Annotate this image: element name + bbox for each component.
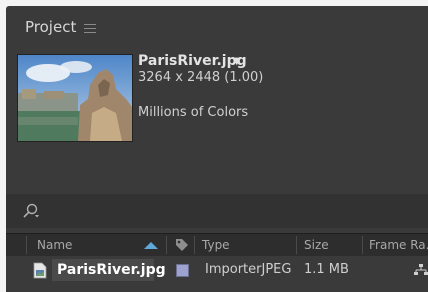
- column-separator[interactable]: [362, 236, 363, 254]
- column-header-size[interactable]: Size: [304, 238, 329, 252]
- panel-title[interactable]: Project: [25, 18, 76, 36]
- item-name[interactable]: ParisRiver.jpg: [57, 262, 166, 278]
- column-header-name[interactable]: Name: [37, 238, 72, 252]
- image-file-icon: [33, 262, 47, 279]
- item-type: ImporterJPEG: [205, 262, 292, 277]
- column-header-type[interactable]: Type: [202, 238, 230, 252]
- label-color-swatch[interactable]: [176, 264, 189, 277]
- flowchart-icon[interactable]: [414, 264, 428, 276]
- search-icon[interactable]: [22, 203, 40, 219]
- column-separator[interactable]: [166, 236, 167, 254]
- search-bar[interactable]: [6, 194, 428, 228]
- project-panel: Project ParisRiver.jpg ▼ 3264 x 2448 (1.…: [6, 6, 428, 292]
- hamburger-menu-icon[interactable]: [84, 24, 96, 33]
- thumbnail-preview: [17, 54, 133, 142]
- caret-down-icon[interactable]: ▼: [233, 56, 241, 67]
- tag-icon[interactable]: [174, 237, 190, 253]
- preview-colors: Millions of Colors: [138, 105, 249, 120]
- preview-filename: ParisRiver.jpg: [138, 53, 247, 69]
- project-item-row[interactable]: ParisRiver.jpg ImporterJPEG 1.1 MB: [6, 256, 428, 284]
- column-header-frame-rate[interactable]: Frame Ra...: [369, 238, 428, 252]
- preview-dimensions: 3264 x 2448 (1.00): [138, 70, 264, 85]
- column-separator[interactable]: [296, 236, 297, 254]
- sort-ascending-icon[interactable]: [144, 242, 158, 249]
- column-header-row: Name Type Size Frame Ra...: [6, 233, 428, 257]
- column-separator[interactable]: [194, 236, 195, 254]
- item-size: 1.1 MB: [304, 262, 349, 277]
- panel-title-bar: Project: [6, 6, 428, 46]
- column-separator[interactable]: [26, 236, 27, 254]
